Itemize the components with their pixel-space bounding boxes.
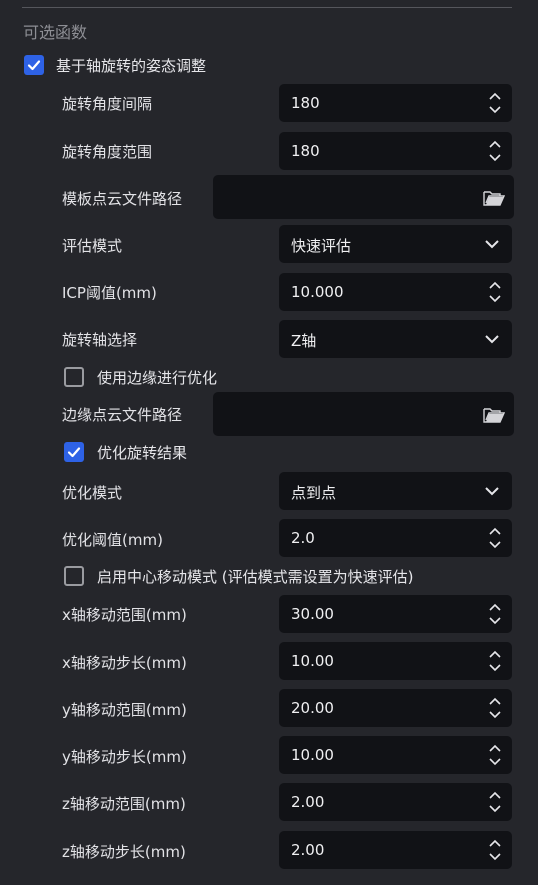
y-step-label: y轴移动步长(mm) bbox=[62, 748, 187, 766]
z-step-spinbox[interactable]: 2.00 bbox=[279, 831, 512, 869]
y-step-value: 10.00 bbox=[291, 746, 334, 764]
rot-axis-select[interactable]: Z轴 bbox=[279, 320, 512, 358]
y-range-spinbox[interactable]: 20.00 bbox=[279, 689, 512, 727]
rot-range-value: 180 bbox=[291, 142, 320, 160]
spin-up-icon[interactable] bbox=[488, 649, 502, 659]
checkmark-icon bbox=[67, 447, 81, 458]
use-edge-checkbox[interactable] bbox=[64, 367, 84, 387]
spin-down-icon[interactable] bbox=[488, 804, 502, 814]
spin-down-icon[interactable] bbox=[488, 852, 502, 862]
z-step-value: 2.00 bbox=[291, 841, 325, 859]
opt-mode-value: 点到点 bbox=[291, 484, 337, 502]
spin-up-icon[interactable] bbox=[488, 91, 502, 101]
rot-range-spinbox[interactable]: 180 bbox=[279, 132, 512, 170]
checkmark-icon bbox=[27, 60, 41, 71]
eval-mode-value: 快速评估 bbox=[291, 237, 352, 255]
spin-up-icon[interactable] bbox=[488, 526, 502, 536]
x-range-spinbox[interactable]: 30.00 bbox=[279, 595, 512, 633]
top-divider bbox=[22, 7, 512, 8]
spin-down-icon[interactable] bbox=[488, 153, 502, 163]
spin-down-icon[interactable] bbox=[488, 757, 502, 767]
spin-down-icon[interactable] bbox=[488, 294, 502, 304]
y-range-label: y轴移动范围(mm) bbox=[62, 701, 187, 719]
center-move-label: 启用中心移动模式 (评估模式需设置为快速评估) bbox=[97, 568, 414, 586]
spin-up-icon[interactable] bbox=[488, 139, 502, 149]
edge-path-input[interactable] bbox=[213, 392, 514, 436]
spin-up-icon[interactable] bbox=[488, 602, 502, 612]
x-step-label: x轴移动步长(mm) bbox=[62, 654, 187, 672]
spin-up-icon[interactable] bbox=[488, 838, 502, 848]
folder-open-icon[interactable] bbox=[483, 406, 505, 424]
rot-interval-value: 180 bbox=[291, 94, 320, 112]
eval-mode-select[interactable]: 快速评估 bbox=[279, 225, 512, 263]
icp-threshold-spinbox[interactable]: 10.000 bbox=[279, 273, 512, 311]
opt-threshold-value: 2.0 bbox=[291, 529, 315, 547]
folder-open-icon[interactable] bbox=[483, 189, 505, 207]
z-range-label: z轴移动范围(mm) bbox=[62, 795, 186, 813]
z-step-label: z轴移动步长(mm) bbox=[62, 843, 186, 861]
rot-interval-label: 旋转角度间隔 bbox=[62, 95, 153, 113]
chevron-down-icon bbox=[485, 240, 499, 249]
spin-down-icon[interactable] bbox=[488, 616, 502, 626]
use-edge-label: 使用边缘进行优化 bbox=[97, 369, 218, 387]
chevron-down-icon bbox=[485, 487, 499, 496]
x-range-label: x轴移动范围(mm) bbox=[62, 606, 187, 624]
eval-mode-label: 评估模式 bbox=[62, 237, 123, 255]
z-range-spinbox[interactable]: 2.00 bbox=[279, 783, 512, 821]
template-path-label: 模板点云文件路径 bbox=[62, 190, 183, 208]
spin-down-icon[interactable] bbox=[488, 105, 502, 115]
icp-threshold-label: ICP阈值(mm) bbox=[62, 284, 157, 302]
y-range-value: 20.00 bbox=[291, 699, 334, 717]
axis-rotation-label: 基于轴旋转的姿态调整 bbox=[56, 57, 207, 75]
spin-up-icon[interactable] bbox=[488, 790, 502, 800]
y-step-spinbox[interactable]: 10.00 bbox=[279, 736, 512, 774]
spin-up-icon[interactable] bbox=[488, 743, 502, 753]
opt-threshold-spinbox[interactable]: 2.0 bbox=[279, 519, 512, 557]
x-step-spinbox[interactable]: 10.00 bbox=[279, 642, 512, 680]
icp-threshold-value: 10.000 bbox=[291, 283, 344, 301]
opt-mode-select[interactable]: 点到点 bbox=[279, 472, 512, 510]
rot-axis-label: 旋转轴选择 bbox=[62, 331, 138, 349]
optimize-result-checkbox[interactable] bbox=[64, 442, 84, 462]
spin-down-icon[interactable] bbox=[488, 540, 502, 550]
axis-rotation-checkbox[interactable] bbox=[24, 55, 44, 75]
rot-axis-value: Z轴 bbox=[291, 332, 317, 350]
spin-down-icon[interactable] bbox=[488, 710, 502, 720]
x-step-value: 10.00 bbox=[291, 652, 334, 670]
rot-interval-spinbox[interactable]: 180 bbox=[279, 84, 512, 122]
z-range-value: 2.00 bbox=[291, 793, 325, 811]
spin-up-icon[interactable] bbox=[488, 696, 502, 706]
chevron-down-icon bbox=[485, 335, 499, 344]
center-move-checkbox[interactable] bbox=[64, 566, 84, 586]
edge-path-label: 边缘点云文件路径 bbox=[62, 406, 183, 424]
template-path-input[interactable] bbox=[213, 175, 514, 219]
opt-threshold-label: 优化阈值(mm) bbox=[62, 531, 163, 549]
opt-mode-label: 优化模式 bbox=[62, 484, 123, 502]
rot-range-label: 旋转角度范围 bbox=[62, 143, 153, 161]
section-title: 可选函数 bbox=[23, 23, 88, 42]
optimize-result-label: 优化旋转结果 bbox=[97, 444, 188, 462]
x-range-value: 30.00 bbox=[291, 605, 334, 623]
spin-up-icon[interactable] bbox=[488, 280, 502, 290]
spin-down-icon[interactable] bbox=[488, 663, 502, 673]
